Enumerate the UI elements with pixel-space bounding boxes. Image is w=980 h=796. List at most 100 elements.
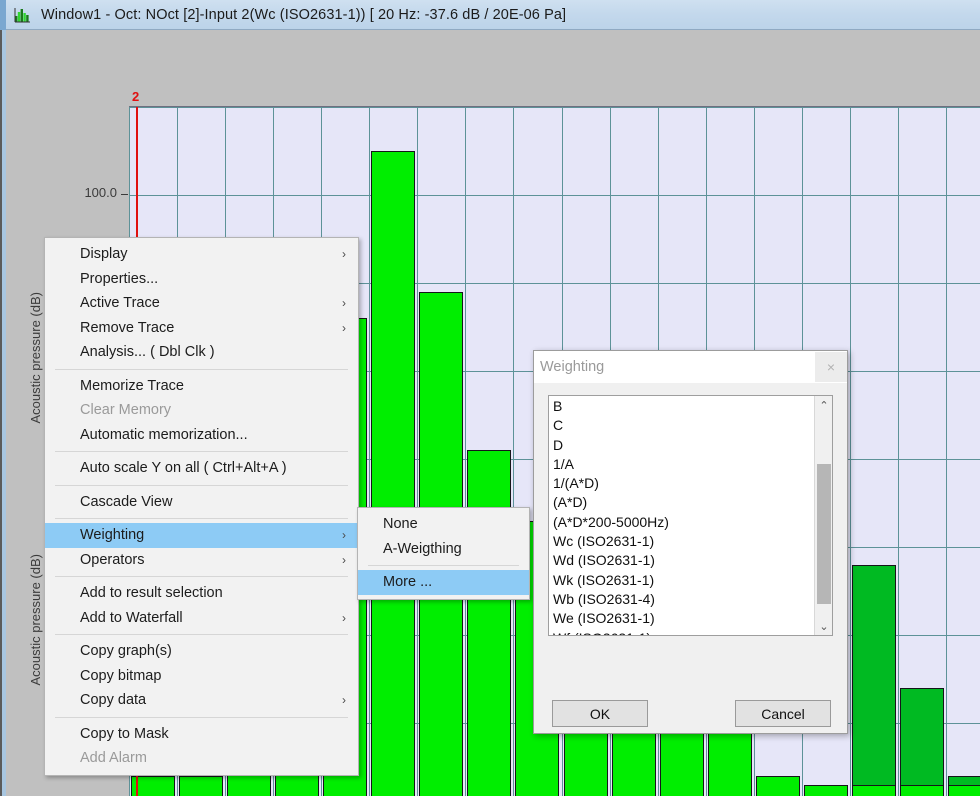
submenu-item-label: A-Weigthing [383, 540, 462, 557]
menu-item-label: Copy to Mask [80, 725, 169, 742]
grid-line-vertical [369, 107, 370, 796]
menu-item-label: Active Trace [80, 295, 160, 311]
menu-item-active-trace[interactable]: Active Trace › [45, 291, 358, 316]
grid-line-horizontal [129, 107, 980, 108]
menu-item-automatic-memorization[interactable]: Automatic memorization... [45, 423, 358, 448]
menu-item-copy-to-mask[interactable]: Copy to Mask [45, 722, 358, 747]
menu-separator [55, 634, 348, 635]
weighting-list-item[interactable]: Wd (ISO2631-1) [553, 551, 812, 570]
menu-item-cascade-view[interactable]: Cascade View [45, 490, 358, 515]
weighting-list-item[interactable]: B [553, 397, 812, 416]
menu-item-operators[interactable]: Operators › [45, 548, 358, 573]
weighting-list-item[interactable]: 1/(A*D) [553, 474, 812, 493]
menu-item-add-alarm: Add Alarm [45, 746, 358, 771]
submenu-item-label: None [383, 516, 418, 532]
ok-button[interactable]: OK [552, 700, 648, 727]
menu-item-label: Cascade View [80, 493, 173, 510]
menu-item-display[interactable]: Display › [45, 242, 358, 267]
menu-item-label: Operators [80, 551, 145, 568]
grid-line-vertical [946, 107, 947, 796]
chevron-right-icon: › [342, 528, 346, 542]
cancel-button[interactable]: Cancel [735, 700, 831, 727]
menu-item-label: Display [80, 246, 128, 262]
scroll-up-icon[interactable]: ⌃ [815, 396, 832, 414]
menu-item-copy-graph-s[interactable]: Copy graph(s) [45, 639, 358, 664]
menu-item-weighting[interactable]: Weighting › [45, 523, 358, 548]
menu-item-label: Memorize Trace [80, 377, 184, 394]
menu-item-label: Add to result selection [80, 585, 223, 601]
chart-bar [467, 450, 511, 796]
chart-bar [804, 785, 848, 796]
chart-bar [852, 565, 896, 796]
menu-item-label: Analysis... ( Dbl Clk ) [80, 344, 215, 360]
menu-item-auto-scale-y-on-all-ctrl-alt-a[interactable]: Auto scale Y on all ( Ctrl+Alt+A ) [45, 456, 358, 481]
grid-line-vertical [898, 107, 899, 796]
chart-bar [948, 785, 980, 796]
chevron-right-icon: › [342, 693, 346, 707]
chevron-right-icon: › [342, 296, 346, 310]
menu-item-label: Clear Memory [80, 402, 172, 418]
grid-line-vertical [513, 107, 514, 796]
menu-item-add-to-waterfall[interactable]: Add to Waterfall › [45, 606, 358, 631]
weighting-list-item[interactable]: Wc (ISO2631-1) [553, 532, 812, 551]
weighting-list-item[interactable]: (A*D*200-5000Hz) [553, 513, 812, 532]
menu-separator [55, 716, 348, 718]
menu-item-copy-bitmap[interactable]: Copy bitmap [45, 664, 358, 689]
context-menu[interactable]: Display › Properties... Active Trace › Remove… [44, 237, 359, 776]
window-title: Window1 - Oct: NOct [2]-Input 2(Wc (ISO2… [41, 6, 567, 23]
dialog-title: Weighting [540, 359, 605, 375]
submenu-item-label: More ... [383, 574, 433, 590]
weighting-list[interactable]: B C D 1/A 1/(A*D) (A*D) (A*D*200-5000Hz) Wc (IS… [553, 397, 812, 635]
scrollbar-thumb[interactable] [817, 464, 831, 604]
menu-item-remove-trace[interactable]: Remove Trace › [45, 316, 358, 341]
grid-line-vertical [850, 107, 851, 796]
menu-item-label: Auto scale Y on all ( Ctrl+Alt+A ) [80, 460, 287, 476]
menu-item-label: Weighting [80, 527, 145, 543]
chart-bar [900, 688, 944, 796]
chevron-right-icon: › [342, 610, 346, 625]
weighting-list-item[interactable]: Wf (ISO2631-1) [553, 629, 812, 635]
menu-item-add-to-result-selection[interactable]: Add to result selection [45, 581, 358, 606]
weighting-list-item[interactable]: C [553, 416, 812, 435]
menu-item-label: Remove Trace [80, 319, 175, 336]
weighting-submenu[interactable]: None A-Weigthing More ... [357, 507, 530, 600]
grid-line-vertical [417, 107, 418, 796]
y-axis-label-upper: Acoustic pressure (dB) [28, 292, 43, 424]
chart-bar [900, 785, 944, 796]
weighting-list-item[interactable]: 1/A [553, 455, 812, 474]
dialog-title-bar: Weighting × [534, 351, 847, 384]
weighting-list-item[interactable]: D [553, 436, 812, 455]
menu-item-label: Copy bitmap [80, 667, 162, 684]
menu-item-clear-memory: Clear Memory [45, 398, 358, 423]
weighting-listbox[interactable]: B C D 1/A 1/(A*D) (A*D) (A*D*200-5000Hz) Wc (IS… [548, 395, 833, 636]
weighting-list-item[interactable]: Wb (ISO2631-4) [553, 590, 812, 609]
weighting-list-item[interactable]: Wk (ISO2631-1) [553, 571, 812, 590]
weighting-list-item[interactable]: We (ISO2631-1) [553, 609, 812, 628]
chevron-right-icon: › [342, 320, 346, 335]
submenu-item-a-weigthing[interactable]: A-Weigthing [358, 537, 529, 562]
chevron-right-icon: › [342, 247, 346, 261]
submenu-item-none[interactable]: None [358, 512, 529, 537]
chart-bar [852, 785, 896, 796]
menu-item-properties[interactable]: Properties... [45, 267, 358, 292]
close-icon[interactable]: × [815, 352, 847, 382]
menu-item-analysis-dbl-clk[interactable]: Analysis... ( Dbl Clk ) [45, 340, 358, 365]
weighting-list-item[interactable]: (A*D) [553, 493, 812, 512]
chart-bar [131, 776, 175, 796]
menu-item-memorize-trace[interactable]: Memorize Trace [45, 374, 358, 399]
submenu-item-more[interactable]: More ... [358, 570, 529, 595]
menu-separator [55, 484, 348, 486]
scroll-down-icon[interactable]: ⌄ [815, 617, 832, 635]
menu-item-copy-data[interactable]: Copy data › [45, 688, 358, 713]
listbox-scrollbar[interactable]: ⌃ ⌄ [814, 396, 832, 635]
y-axis-tick-mark [121, 194, 128, 195]
menu-item-label: Add Alarm [80, 750, 147, 766]
menu-item-label: Copy data [80, 692, 147, 708]
menu-item-label: Copy graph(s) [80, 643, 172, 659]
menu-separator [55, 576, 348, 577]
chart-bar [756, 776, 800, 796]
menu-separator [55, 518, 348, 519]
cursor-label: 2 [132, 89, 140, 104]
y-axis-tick-label: 100.0 [84, 185, 117, 200]
title-bar-accent [0, 0, 6, 30]
